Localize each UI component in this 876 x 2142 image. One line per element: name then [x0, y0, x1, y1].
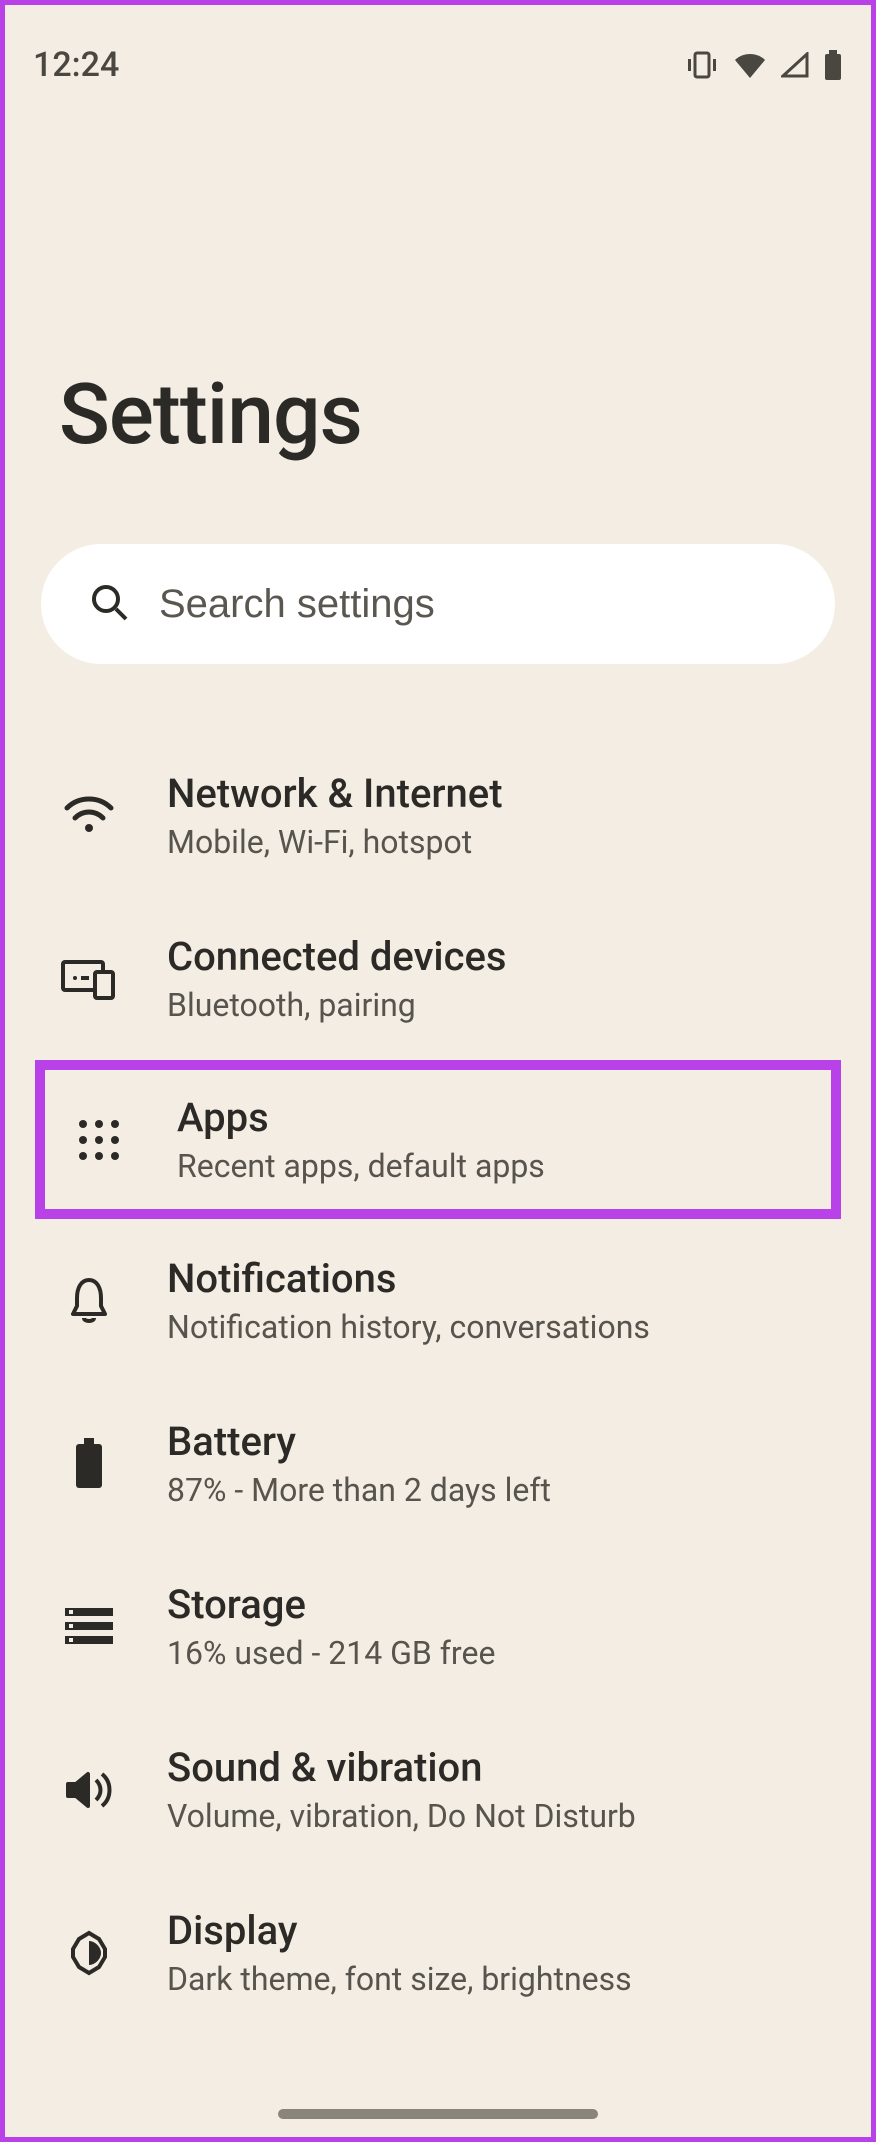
row-title: Connected devices [167, 933, 837, 980]
status-icons [685, 50, 843, 80]
settings-row-battery[interactable]: Battery 87% - More than 2 days left [5, 1382, 871, 1545]
row-title: Network & Internet [167, 770, 837, 817]
row-title: Notifications [167, 1255, 837, 1302]
wifi-icon [59, 786, 119, 846]
gesture-bar[interactable] [278, 2109, 598, 2119]
speaker-icon [59, 1760, 119, 1820]
row-title: Sound & vibration [167, 1744, 837, 1791]
status-bar: 12:24 [5, 5, 871, 105]
bell-icon [59, 1271, 119, 1331]
settings-row-network[interactable]: Network & Internet Mobile, Wi-Fi, hotspo… [5, 734, 871, 897]
settings-list: Network & Internet Mobile, Wi-Fi, hotspo… [5, 694, 871, 2034]
wifi-icon [733, 52, 767, 78]
status-time: 12:24 [33, 45, 119, 85]
row-subtitle: 87% - More than 2 days left [167, 1471, 837, 1509]
settings-row-apps[interactable]: Apps Recent apps, default apps [35, 1060, 841, 1219]
devices-icon [59, 949, 119, 1009]
row-title: Display [167, 1907, 837, 1954]
storage-icon [59, 1597, 119, 1657]
search-icon [89, 582, 129, 626]
settings-row-sound[interactable]: Sound & vibration Volume, vibration, Do … [5, 1708, 871, 1871]
row-title: Storage [167, 1581, 837, 1628]
search-bar[interactable] [41, 544, 835, 664]
row-subtitle: Recent apps, default apps [177, 1147, 807, 1185]
settings-row-devices[interactable]: Connected devices Bluetooth, pairing [5, 897, 871, 1060]
vibrate-icon [685, 51, 719, 79]
settings-row-display[interactable]: Display Dark theme, font size, brightnes… [5, 1871, 871, 2034]
row-title: Apps [177, 1094, 807, 1141]
page-title: Settings [5, 105, 871, 464]
battery-icon [59, 1434, 119, 1494]
battery-icon [823, 50, 843, 80]
row-subtitle: 16% used - 214 GB free [167, 1634, 837, 1672]
search-input[interactable] [159, 582, 787, 627]
settings-row-storage[interactable]: Storage 16% used - 214 GB free [5, 1545, 871, 1708]
row-subtitle: Notification history, conversations [167, 1308, 837, 1346]
row-subtitle: Bluetooth, pairing [167, 986, 837, 1024]
row-subtitle: Volume, vibration, Do Not Disturb [167, 1797, 837, 1835]
brightness-icon [59, 1923, 119, 1983]
apps-icon [69, 1110, 129, 1170]
settings-row-notifications[interactable]: Notifications Notification history, conv… [5, 1219, 871, 1382]
cell-signal-icon [781, 52, 809, 78]
row-title: Battery [167, 1418, 837, 1465]
row-subtitle: Mobile, Wi-Fi, hotspot [167, 823, 837, 861]
row-subtitle: Dark theme, font size, brightness [167, 1960, 837, 1998]
